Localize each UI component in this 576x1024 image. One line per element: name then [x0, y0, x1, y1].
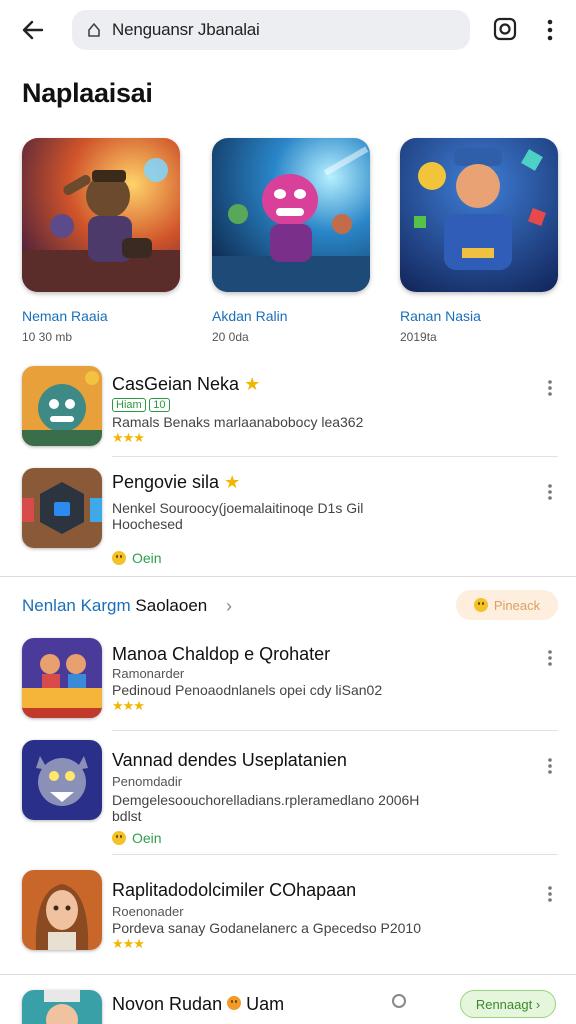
more-vert-icon[interactable] — [540, 754, 560, 778]
section-title[interactable]: Nenlan Kargm Saolaoen — [22, 596, 207, 616]
more-vert-icon[interactable] — [540, 646, 560, 670]
emoji-icon — [112, 831, 126, 845]
star-rating: ★★★ — [112, 430, 145, 445]
emoji-icon — [473, 598, 488, 612]
app-description: Demgelesoouchorelladians.rpleramedlano 2… — [112, 792, 420, 808]
list-item[interactable]: Pengovie sila ★ Nenkel Souroocy(joemalai… — [0, 468, 576, 572]
featured-art — [400, 138, 558, 292]
app-title: CasGeian Neka ★ — [112, 374, 261, 394]
more-vert-icon[interactable] — [540, 16, 560, 44]
section-title-dark: Saolaoen — [135, 596, 208, 615]
camera-icon[interactable] — [492, 16, 518, 42]
emoji-icon — [112, 551, 126, 565]
app-title: Manoa Chaldop e Qrohater — [112, 644, 331, 664]
star-rating: ★★★ — [112, 698, 145, 713]
app-icon — [22, 638, 102, 718]
app-description: Ramals Benaks marlaanabobocy lea362 — [112, 414, 364, 430]
emoji-icon — [227, 996, 242, 1010]
list-item[interactable]: CasGeian Neka ★ Hiam 10 Ramals Benaks ma… — [0, 366, 576, 456]
app-title: Raplitadodolcimiler COhapaan — [112, 880, 357, 900]
top-bar: Nenguansr Jbanalai — [0, 0, 576, 60]
page-title: Naplaaisai — [22, 78, 153, 108]
divider — [112, 730, 558, 731]
open-button[interactable]: Oein — [112, 550, 162, 566]
featured-name: Ranan Nasia — [400, 308, 481, 324]
featured-sub: 10 30 mb — [22, 330, 73, 344]
loading-icon — [392, 994, 406, 1008]
section-action-button[interactable]: Pineack — [456, 590, 558, 620]
featured-row: Neman Raaia 10 30 mb Akdan Ralin 20 0da — [0, 138, 576, 358]
app-icon — [22, 468, 102, 548]
app-icon — [22, 366, 102, 446]
open-button[interactable]: Oein — [112, 830, 162, 846]
app-title: Vannad dendes Useplatanien — [112, 750, 347, 770]
star-icon: ★ — [224, 472, 241, 492]
lock-icon — [86, 21, 104, 39]
search-input[interactable]: Nenguansr Jbanalai — [72, 10, 470, 50]
app-developer: Penomdadir — [112, 774, 183, 789]
section-divider — [0, 576, 576, 577]
app-description-line2: bdlst — [112, 808, 142, 824]
app-icon — [22, 740, 102, 820]
star-rating: ★★★ — [112, 936, 145, 951]
divider — [112, 456, 558, 457]
app-description: Nenkel Souroocy(joemalaitinoqe D1s Gil — [112, 500, 364, 516]
section-header: Nenlan Kargm Saolaoen › Pineack — [0, 590, 576, 622]
list-item[interactable]: Manoa Chaldop e Qrohater Ramonarder Pedi… — [0, 638, 576, 728]
more-vert-icon[interactable] — [540, 480, 560, 504]
section-divider — [0, 974, 576, 975]
star-icon: ★ — [244, 374, 261, 394]
install-button[interactable]: Rennaagt › — [460, 990, 556, 1018]
featured-name: Neman Raaia — [22, 308, 108, 324]
app-description: Pordeva sanay Godanelanerc a Gpecedso P2… — [112, 920, 421, 936]
open-label: Oein — [132, 550, 162, 566]
featured-name: Akdan Ralin — [212, 308, 288, 324]
featured-card[interactable]: Akdan Ralin 20 0da — [212, 138, 372, 344]
featured-card[interactable]: Neman Raaia 10 30 mb — [22, 138, 182, 344]
featured-art — [212, 138, 370, 292]
app-title: Novon Rudan Uam — [112, 994, 285, 1014]
featured-sub: 20 0da — [212, 330, 249, 344]
divider — [112, 854, 558, 855]
list-item[interactable]: Vannad dendes Useplatanien Penomdadir De… — [0, 740, 576, 852]
bottom-list-item[interactable]: Novon Rudan Uam Rennaagt › — [0, 976, 576, 1024]
featured-sub: 2019ta — [400, 330, 437, 344]
section-action-label: Pineack — [493, 597, 541, 613]
app-developer: Ramonarder — [112, 666, 185, 681]
featured-card[interactable]: Ranan Nasia 2019ta — [400, 138, 560, 344]
app-description-line2: Hoochesed — [112, 516, 183, 532]
more-vert-icon[interactable] — [540, 376, 560, 400]
app-icon — [22, 990, 102, 1024]
category-badge: Hiam — [112, 398, 146, 412]
app-meta: Hiam 10 — [112, 396, 170, 412]
app-title: Pengovie sila ★ — [112, 472, 241, 492]
app-icon — [22, 870, 102, 950]
section-title-blue: Nenlan Kargm — [22, 596, 131, 615]
app-developer: Roenonader — [112, 904, 184, 919]
list-item[interactable]: Raplitadodolcimiler COhapaan Roenonader … — [0, 870, 576, 966]
search-text: Nenguansr Jbanalai — [112, 20, 260, 39]
app-description: Pedinoud Penoaodnlanels opei cdy liSan02 — [112, 682, 383, 698]
more-vert-icon[interactable] — [540, 882, 560, 906]
open-label: Oein — [132, 830, 162, 846]
back-arrow-icon[interactable] — [16, 14, 50, 46]
chevron-right-icon[interactable]: › — [226, 596, 232, 617]
featured-art — [22, 138, 180, 292]
rating-badge: 10 — [149, 398, 170, 412]
install-label: Rennaagt — [475, 996, 533, 1012]
